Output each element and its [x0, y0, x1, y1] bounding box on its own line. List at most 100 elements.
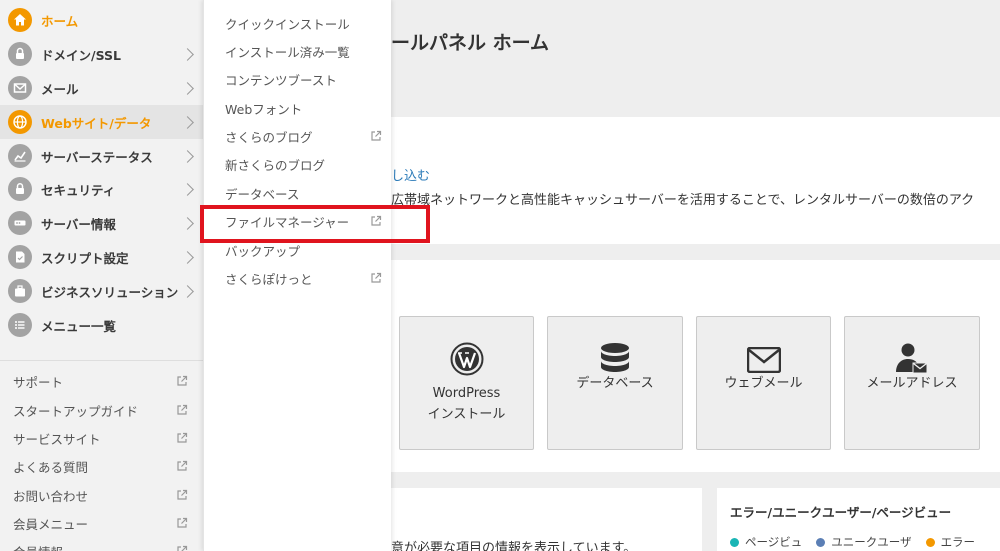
chevron-right-icon	[181, 182, 194, 196]
sidebar-item-server-info[interactable]: サーバー情報	[0, 206, 203, 240]
chevron-right-icon	[181, 149, 194, 163]
list-icon	[8, 313, 32, 337]
sidebar-divider	[0, 360, 203, 361]
sidebar-item-business-solution[interactable]: ビジネスソリューション	[0, 274, 203, 308]
sidebar-item-label: ドメイン/SSL	[41, 47, 121, 63]
mail-icon	[8, 76, 32, 100]
sidebar-item-label: サーバーステータス	[41, 149, 153, 165]
faq-link[interactable]: よくある質問	[0, 452, 203, 480]
sidebar-item-website-data[interactable]: Webサイト/データ	[0, 105, 203, 139]
legend-item-pageview[interactable]: ページビュ	[730, 534, 802, 550]
chevron-right-icon	[181, 47, 194, 61]
startup-guide-link[interactable]: スタートアップガイド	[0, 396, 203, 424]
sidebar: ホーム ドメイン/SSL メール Webサイト/データ サーバーステータス セキ…	[0, 0, 203, 551]
wordpress-icon	[450, 342, 483, 376]
external-link-icon	[177, 517, 188, 528]
external-link-icon	[177, 375, 188, 386]
sidebar-item-script-settings[interactable]: スクリプト設定	[0, 240, 203, 274]
external-link-icon	[177, 489, 188, 500]
user-mail-icon	[896, 343, 928, 374]
sidebar-item-domain-ssl[interactable]: ドメイン/SSL	[0, 37, 203, 71]
sidebar-item-label: スクリプト設定	[41, 250, 129, 266]
sidebar-item-home[interactable]: ホーム	[0, 3, 203, 37]
announcement-text: 広帯域ネットワークと高性能キャッシュサーバーを活用することで、レンタルサーバーの…	[391, 193, 975, 208]
mail-address-tile[interactable]: メールアドレス	[844, 316, 980, 450]
tile-label: WordPress インストール	[427, 386, 506, 422]
sidebar-item-label: Webサイト/データ	[41, 115, 152, 131]
member-menu-link[interactable]: 会員メニュー	[0, 509, 203, 537]
external-link-icon	[177, 432, 188, 443]
tile-label: メールアドレス	[866, 376, 958, 391]
legend-item-error[interactable]: エラー	[925, 534, 976, 550]
sidebar-item-label: メニュー一覧	[41, 318, 117, 334]
submenu-item-installed-list[interactable]: インストール済み一覧	[204, 37, 392, 65]
submenu-item-content-boost[interactable]: コンテンツブースト	[204, 65, 392, 93]
legend-dot	[730, 537, 739, 547]
chevron-right-icon	[181, 115, 194, 129]
external-link-icon	[177, 460, 188, 471]
submenu-item-sakura-blog[interactable]: さくらのブログ	[204, 122, 392, 150]
submenu-label: Webフォント	[225, 101, 303, 117]
submenu-label: コンテンツブースト	[225, 72, 337, 88]
support-label: サービスサイト	[13, 431, 101, 447]
support-label: よくある質問	[13, 459, 89, 475]
main-header: ールパネル ホーム	[391, 0, 1000, 115]
submenu-item-web-font[interactable]: Webフォント	[204, 94, 392, 122]
submenu-item-quick-install[interactable]: クイックインストール	[204, 9, 392, 37]
sidebar-item-label: ホーム	[41, 13, 79, 29]
submenu-label: さくらのブログ	[225, 129, 313, 145]
tile-label: データベース	[576, 376, 654, 391]
submenu-item-database[interactable]: データベース	[204, 179, 392, 207]
webmail-tile[interactable]: ウェブメール	[696, 316, 831, 450]
chart-icon	[8, 144, 32, 168]
page-title: ールパネル ホーム	[391, 32, 550, 54]
sidebar-item-menu-list[interactable]: メニュー一覧	[0, 308, 203, 342]
sidebar-item-security[interactable]: セキュリティ	[0, 172, 203, 206]
sidebar-item-label: サーバー情報	[41, 216, 116, 232]
submenu-item-new-sakura-blog[interactable]: 新さくらのブログ	[204, 150, 392, 178]
submenu-label: バックアップ	[225, 243, 301, 259]
database-tile[interactable]: データベース	[547, 316, 683, 450]
external-link-icon	[177, 545, 188, 551]
external-link-icon	[371, 272, 382, 283]
notice-card: 意が必要な項目の情報を表示しています。	[391, 488, 702, 551]
submenu-label: 新さくらのブログ	[225, 157, 326, 173]
tile-label: ウェブメール	[724, 376, 803, 391]
service-site-link[interactable]: サービスサイト	[0, 424, 203, 452]
external-link-icon	[371, 130, 382, 141]
chevron-right-icon	[181, 284, 194, 298]
shortcuts-card: WordPress インストール データベース ウェブメール メールアドレス	[391, 260, 1000, 472]
legend-label: ページビュ	[745, 535, 803, 549]
sidebar-item-mail[interactable]: メール	[0, 71, 203, 105]
legend-label: エラー	[940, 535, 976, 549]
chevron-right-icon	[181, 81, 194, 95]
sidebar-item-label: セキュリティ	[41, 182, 116, 198]
server-icon	[8, 211, 32, 235]
lock-icon	[8, 177, 32, 201]
member-info-link[interactable]: 会員情報	[0, 537, 203, 551]
website-data-submenu: クイックインストール インストール済み一覧 コンテンツブースト Webフォント …	[203, 0, 391, 551]
chart-legend: ページビュ ユニークユーザ エラー	[730, 534, 975, 550]
contact-link[interactable]: お問い合わせ	[0, 481, 203, 509]
legend-dot	[925, 537, 935, 547]
database-icon	[601, 343, 629, 372]
notice-text: 意が必要な項目の情報を表示しています。	[391, 541, 637, 551]
stats-card: エラー/ユニークユーザー/ページビュー ページビュ ユニークユーザ エラー	[717, 488, 1000, 551]
support-link[interactable]: サポート	[0, 367, 203, 395]
highlight-box	[200, 205, 430, 243]
sidebar-item-label: メール	[41, 81, 79, 97]
support-label: 会員情報	[13, 542, 63, 551]
announcement-card: し込む 広帯域ネットワークと高性能キャッシュサーバーを活用することで、レンタルサ…	[391, 117, 1000, 244]
home-icon	[8, 8, 32, 32]
sidebar-item-server-status[interactable]: サーバーステータス	[0, 139, 203, 173]
legend-item-unique-user[interactable]: ユニークユーザ	[816, 534, 912, 550]
legend-label: ユニークユーザ	[831, 535, 912, 549]
external-link-icon	[177, 404, 188, 415]
envelope-icon	[746, 347, 781, 373]
domain-icon	[8, 42, 32, 66]
support-label: お問い合わせ	[13, 488, 89, 504]
submenu-label: データベース	[225, 186, 300, 202]
wordpress-install-tile[interactable]: WordPress インストール	[399, 316, 534, 450]
apply-link[interactable]: し込む	[391, 165, 430, 184]
submenu-item-sakura-pocket[interactable]: さくらぽけっと	[204, 264, 392, 292]
